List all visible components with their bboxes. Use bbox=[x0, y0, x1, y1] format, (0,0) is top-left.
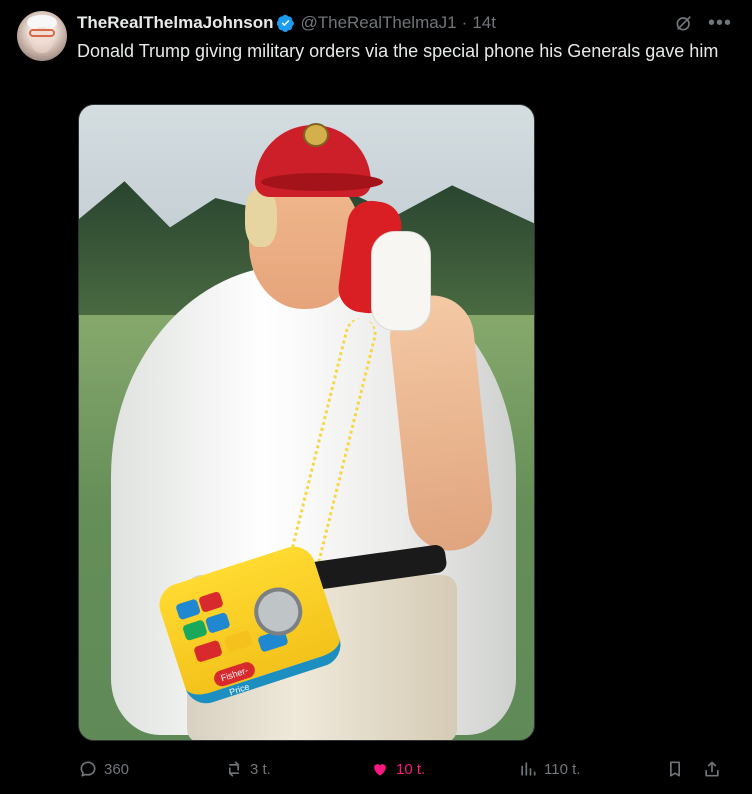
image-person-hair bbox=[245, 189, 277, 247]
verified-badge-icon bbox=[277, 14, 295, 32]
header-actions: ••• bbox=[674, 13, 732, 33]
user-handle[interactable]: @TheRealThelmaJ1 bbox=[300, 13, 456, 33]
repost-count: 3 t. bbox=[250, 760, 271, 778]
tweet-actions: 360 3 t. 10 t. 110 t. bbox=[78, 759, 723, 783]
reply-button[interactable]: 360 bbox=[78, 759, 129, 779]
bookmark-button[interactable] bbox=[665, 759, 685, 779]
bookmark-icon bbox=[665, 759, 685, 779]
image-golf-glove bbox=[371, 231, 431, 331]
share-icon bbox=[702, 759, 722, 779]
grok-icon[interactable] bbox=[674, 13, 694, 33]
views-button[interactable]: 110 t. bbox=[518, 759, 580, 779]
tweet-header: TheRealThelmaJohnson @TheRealThelmaJ1 · … bbox=[77, 12, 732, 34]
image-toy-button-6 bbox=[223, 629, 254, 653]
views-icon bbox=[518, 759, 538, 779]
avatar[interactable] bbox=[17, 11, 67, 61]
image-toy-button-3 bbox=[182, 619, 208, 642]
repost-icon bbox=[224, 759, 244, 779]
reply-icon bbox=[78, 759, 98, 779]
views-count: 110 t. bbox=[544, 760, 581, 778]
avatar-glasses bbox=[29, 29, 55, 37]
image-rotary-dial bbox=[248, 581, 309, 642]
tweet-text: Donald Trump giving military orders via … bbox=[77, 41, 719, 61]
image-toy-button-2 bbox=[198, 590, 224, 613]
repost-button[interactable]: 3 t. bbox=[224, 759, 271, 779]
image-toy-button-5 bbox=[193, 639, 223, 663]
like-count: 10 t. bbox=[396, 760, 426, 778]
image-cap-brim bbox=[261, 173, 383, 191]
more-icon[interactable]: ••• bbox=[708, 13, 732, 33]
image-brand-label: Fisher-Price bbox=[212, 660, 257, 697]
heart-icon bbox=[370, 759, 390, 779]
timestamp[interactable]: 14t bbox=[472, 13, 496, 33]
like-button[interactable]: 10 t. bbox=[370, 759, 425, 779]
tweet-image[interactable]: Fisher-Price bbox=[78, 104, 535, 741]
share-button[interactable] bbox=[702, 759, 722, 779]
display-name[interactable]: TheRealThelmaJohnson bbox=[77, 13, 273, 33]
reply-count: 360 bbox=[104, 760, 130, 778]
image-toy-button-1 bbox=[175, 598, 202, 621]
separator-dot: · bbox=[461, 13, 468, 32]
image-cap-logo bbox=[303, 123, 329, 147]
image-toy-button-4 bbox=[204, 611, 231, 634]
